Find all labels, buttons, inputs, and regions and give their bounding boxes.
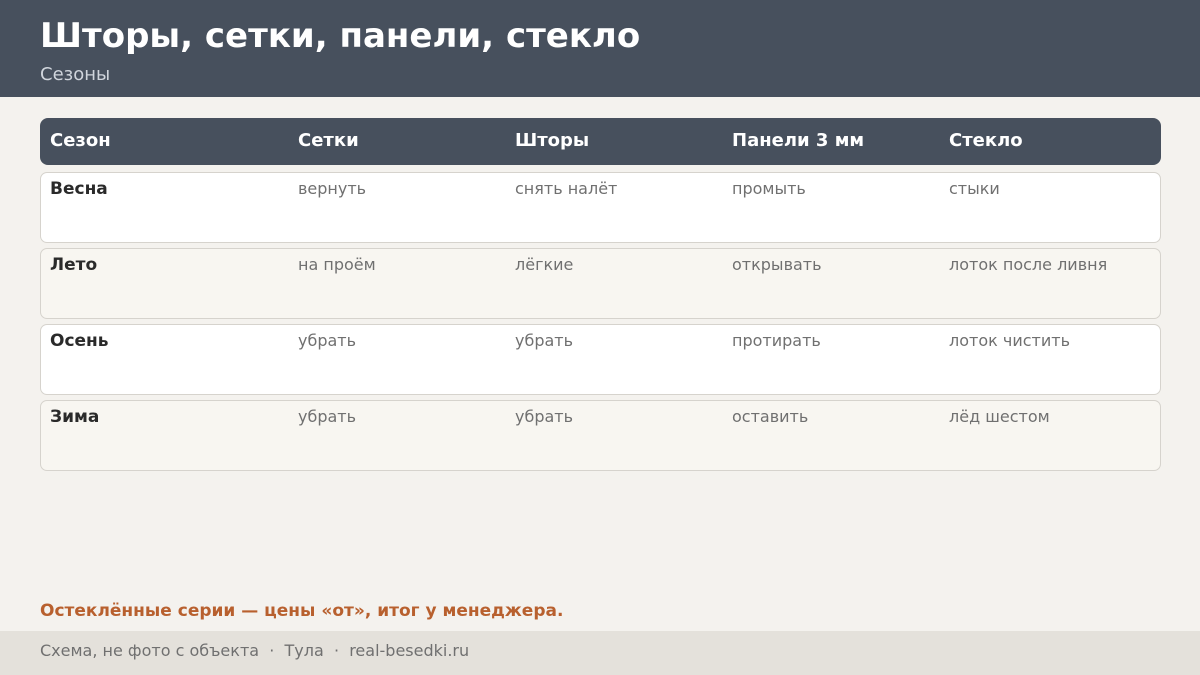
column-header-nets: Сетки — [298, 130, 359, 151]
season-cell: Осень — [50, 331, 109, 351]
glass-cell: лоток после ливня — [949, 255, 1108, 274]
table-row: Лето на проём лёгкие открывать лоток пос… — [40, 248, 1161, 319]
panels-cell: протирать — [732, 331, 821, 350]
table-row: Зима убрать убрать оставить лёд шестом — [40, 400, 1161, 471]
season-cell: Лето — [50, 255, 98, 275]
panels-cell: промыть — [732, 179, 806, 198]
table-row: Весна вернуть снять налёт промыть стыки — [40, 172, 1161, 243]
curtains-cell: убрать — [515, 407, 574, 426]
column-header-season: Сезон — [50, 130, 111, 151]
page-subtitle: Сезоны — [40, 64, 111, 85]
nets-cell: на проём — [298, 255, 376, 274]
glass-cell: лоток чистить — [949, 331, 1070, 350]
table-row: Осень убрать убрать протирать лоток чист… — [40, 324, 1161, 395]
curtains-cell: лёгкие — [515, 255, 574, 274]
curtains-cell: снять налёт — [515, 179, 618, 198]
table-header: Сезон Сетки Шторы Панели 3 мм Стекло — [40, 118, 1161, 165]
glass-cell: стыки — [949, 179, 1000, 198]
panels-cell: оставить — [732, 407, 809, 426]
panels-cell: открывать — [732, 255, 822, 274]
curtains-cell: убрать — [515, 331, 574, 350]
nets-cell: вернуть — [298, 179, 367, 198]
season-cell: Зима — [50, 407, 100, 427]
column-header-glass: Стекло — [949, 130, 1023, 151]
pricing-note: Остеклённые серии — цены «от», итог у ме… — [40, 601, 564, 621]
footer-text: Схема, не фото с объекта · Тула · real-b… — [40, 641, 470, 660]
page-footer: Схема, не фото с объекта · Тула · real-b… — [0, 631, 1200, 675]
nets-cell: убрать — [298, 331, 357, 350]
column-header-panels: Панели 3 мм — [732, 130, 865, 151]
glass-cell: лёд шестом — [949, 407, 1050, 426]
nets-cell: убрать — [298, 407, 357, 426]
page-header: Шторы, сетки, панели, стекло Сезоны — [0, 0, 1200, 97]
page-title: Шторы, сетки, панели, стекло — [40, 16, 641, 56]
column-header-curtains: Шторы — [515, 130, 590, 151]
season-cell: Весна — [50, 179, 108, 199]
